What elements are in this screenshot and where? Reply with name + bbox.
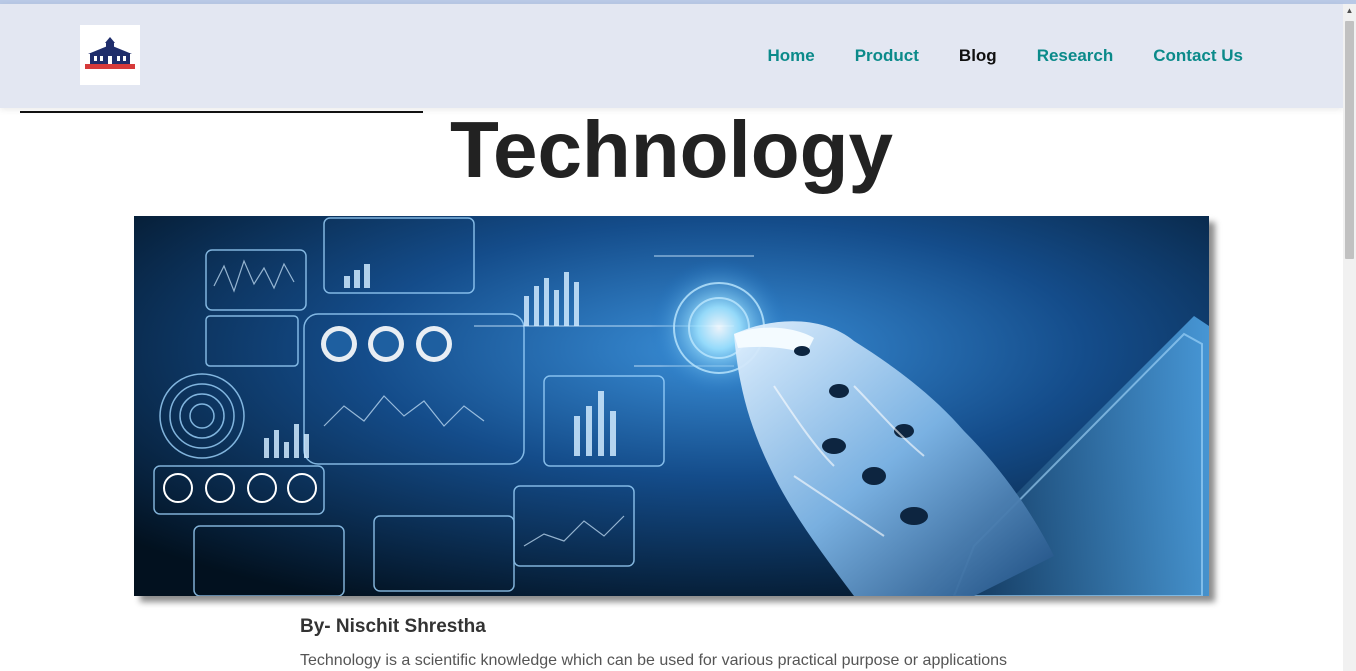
nav-item-research[interactable]: Research: [1037, 46, 1114, 66]
scrollbar-thumb[interactable]: [1345, 21, 1354, 259]
page-title: Technology: [450, 105, 893, 194]
nav-item-blog[interactable]: Blog: [959, 46, 997, 66]
nav-item-product[interactable]: Product: [855, 46, 919, 66]
hero-image: [134, 216, 1209, 596]
scroll-up-arrow-icon[interactable]: ▲: [1343, 4, 1356, 18]
robot-hand-digital-dashboard-image: [134, 216, 1209, 596]
nav-item-home[interactable]: Home: [767, 46, 814, 66]
logo[interactable]: [80, 25, 140, 85]
nav-menu: Home Product Blog Research Contact Us: [767, 4, 1243, 108]
article-intro: Technology is a scientific knowledge whi…: [300, 652, 1008, 669]
nav-item-contact-us[interactable]: Contact Us: [1153, 46, 1243, 66]
navbar: Home Product Blog Research Contact Us: [0, 4, 1343, 108]
article-author: By- Nischit Shrestha: [300, 616, 486, 637]
school-building-icon: [80, 25, 140, 85]
vertical-scrollbar[interactable]: ▲: [1343, 4, 1356, 671]
